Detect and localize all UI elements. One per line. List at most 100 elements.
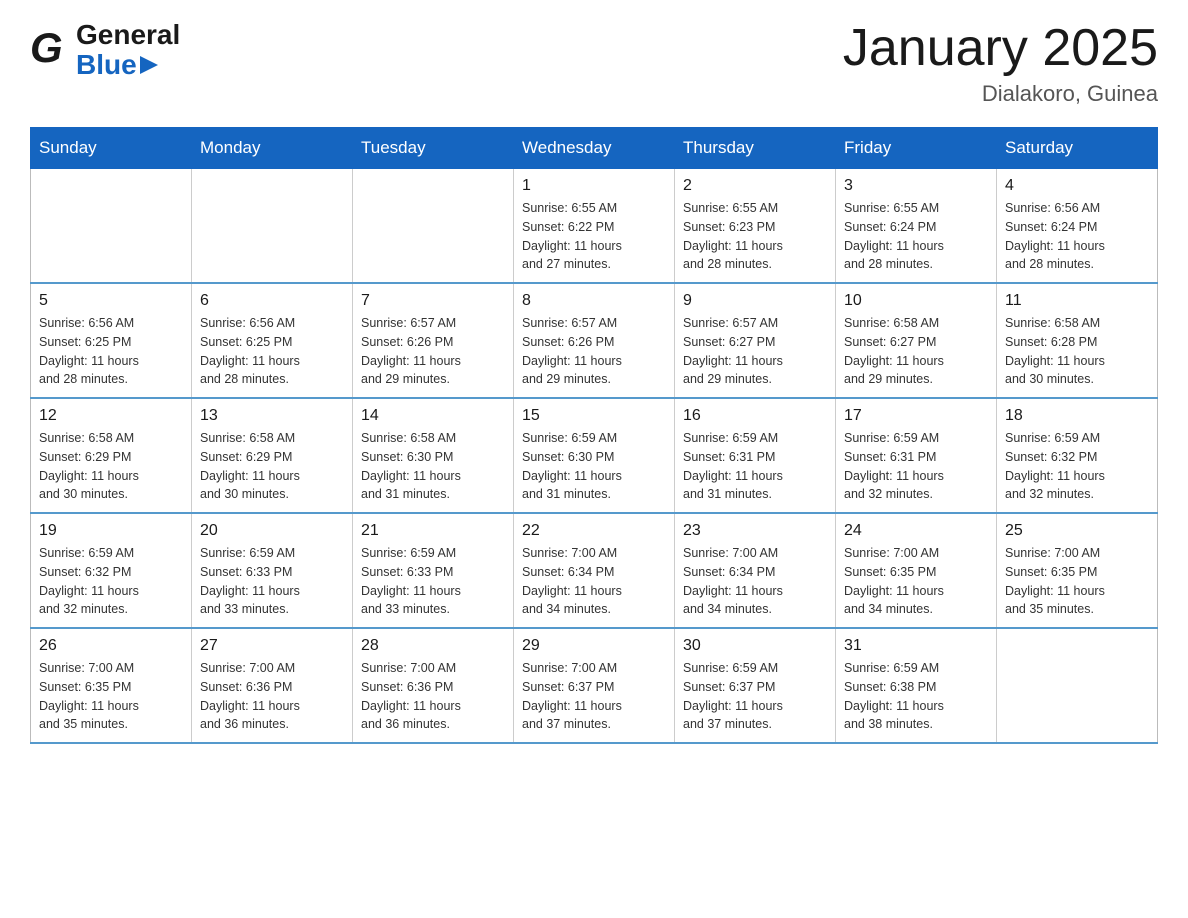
header-cell-thursday: Thursday (675, 128, 836, 169)
day-info: Sunrise: 6:58 AM Sunset: 6:30 PM Dayligh… (361, 429, 505, 504)
day-info: Sunrise: 6:59 AM Sunset: 6:30 PM Dayligh… (522, 429, 666, 504)
day-info: Sunrise: 6:59 AM Sunset: 6:38 PM Dayligh… (844, 659, 988, 734)
day-info: Sunrise: 6:59 AM Sunset: 6:31 PM Dayligh… (683, 429, 827, 504)
day-info: Sunrise: 6:57 AM Sunset: 6:26 PM Dayligh… (361, 314, 505, 389)
day-cell: 25Sunrise: 7:00 AM Sunset: 6:35 PM Dayli… (997, 513, 1158, 628)
day-cell (31, 169, 192, 284)
day-number: 16 (683, 407, 827, 425)
day-number: 27 (200, 637, 344, 655)
header-cell-monday: Monday (192, 128, 353, 169)
calendar-table: SundayMondayTuesdayWednesdayThursdayFrid… (30, 127, 1158, 744)
day-cell: 4Sunrise: 6:56 AM Sunset: 6:24 PM Daylig… (997, 169, 1158, 284)
header-cell-sunday: Sunday (31, 128, 192, 169)
day-cell (997, 628, 1158, 743)
day-number: 24 (844, 522, 988, 540)
main-title: January 2025 (843, 20, 1158, 77)
day-info: Sunrise: 6:59 AM Sunset: 6:32 PM Dayligh… (1005, 429, 1149, 504)
day-number: 17 (844, 407, 988, 425)
day-cell (192, 169, 353, 284)
day-number: 22 (522, 522, 666, 540)
day-info: Sunrise: 7:00 AM Sunset: 6:37 PM Dayligh… (522, 659, 666, 734)
day-info: Sunrise: 7:00 AM Sunset: 6:34 PM Dayligh… (522, 544, 666, 619)
day-cell: 27 Sunrise: 7:00 AM Sunset: 6:36 PM Dayli… (192, 628, 353, 743)
logo-icon: G (30, 22, 80, 77)
day-info: Sunrise: 6:59 AM Sunset: 6:33 PM Dayligh… (200, 544, 344, 619)
day-number: 9 (683, 292, 827, 310)
day-number: 21 (361, 522, 505, 540)
week-row-3: 12Sunrise: 6:58 AM Sunset: 6:29 PM Dayli… (31, 398, 1158, 513)
day-cell: 28 Sunrise: 7:00 AM Sunset: 6:36 PM Dayli… (353, 628, 514, 743)
day-cell: 3Sunrise: 6:55 AM Sunset: 6:24 PM Daylig… (836, 169, 997, 284)
day-info: Sunrise: 7:00 AM Sunset: 6:34 PM Dayligh… (683, 544, 827, 619)
day-number: 10 (844, 292, 988, 310)
day-number: 1 (522, 177, 666, 195)
subtitle: Dialakoro, Guinea (843, 81, 1158, 107)
day-info: Sunrise: 6:56 AM Sunset: 6:25 PM Dayligh… (39, 314, 183, 389)
day-number: 13 (200, 407, 344, 425)
day-info: Sunrise: 6:59 AM Sunset: 6:37 PM Dayligh… (683, 659, 827, 734)
week-row-1: 1 Sunrise: 6:55 AM Sunset: 6:22 PM Daylig… (31, 169, 1158, 284)
day-info: Sunrise: 7:00 AM Sunset: 6:36 PM Dayligh… (361, 659, 505, 734)
day-cell: 19 Sunrise: 6:59 AM Sunset: 6:32 PM Dayli… (31, 513, 192, 628)
logo-blue-row: Blue (76, 51, 180, 79)
day-number: 26 (39, 637, 183, 655)
calendar-body: 1 Sunrise: 6:55 AM Sunset: 6:22 PM Daylig… (31, 169, 1158, 744)
logo-top-line: G General Blue (30, 20, 180, 79)
day-cell: 31 Sunrise: 6:59 AM Sunset: 6:38 PM Dayli… (836, 628, 997, 743)
day-cell: 30Sunrise: 6:59 AM Sunset: 6:37 PM Dayli… (675, 628, 836, 743)
day-number: 15 (522, 407, 666, 425)
page-header: G General Blue January 2025 Dialakoro, G… (30, 20, 1158, 107)
day-number: 23 (683, 522, 827, 540)
day-info: Sunrise: 6:58 AM Sunset: 6:29 PM Dayligh… (200, 429, 344, 504)
day-info: Sunrise: 6:56 AM Sunset: 6:25 PM Dayligh… (200, 314, 344, 389)
day-cell: 21 Sunrise: 6:59 AM Sunset: 6:33 PM Dayli… (353, 513, 514, 628)
day-info: Sunrise: 6:55 AM Sunset: 6:22 PM Dayligh… (522, 199, 666, 274)
day-cell: 18Sunrise: 6:59 AM Sunset: 6:32 PM Dayli… (997, 398, 1158, 513)
logo-general-text: General (76, 20, 180, 51)
day-info: Sunrise: 7:00 AM Sunset: 6:35 PM Dayligh… (844, 544, 988, 619)
day-number: 7 (361, 292, 505, 310)
header-cell-friday: Friday (836, 128, 997, 169)
day-cell: 8Sunrise: 6:57 AM Sunset: 6:26 PM Daylig… (514, 283, 675, 398)
day-cell: 15 Sunrise: 6:59 AM Sunset: 6:30 PM Dayli… (514, 398, 675, 513)
header-row: SundayMondayTuesdayWednesdayThursdayFrid… (31, 128, 1158, 169)
day-cell: 10 Sunrise: 6:58 AM Sunset: 6:27 PM Dayli… (836, 283, 997, 398)
day-info: Sunrise: 6:57 AM Sunset: 6:27 PM Dayligh… (683, 314, 827, 389)
logo-blue-text: Blue (76, 51, 137, 79)
day-number: 31 (844, 637, 988, 655)
day-number: 14 (361, 407, 505, 425)
week-row-4: 19 Sunrise: 6:59 AM Sunset: 6:32 PM Dayli… (31, 513, 1158, 628)
day-info: Sunrise: 6:59 AM Sunset: 6:33 PM Dayligh… (361, 544, 505, 619)
day-info: Sunrise: 6:55 AM Sunset: 6:23 PM Dayligh… (683, 199, 827, 274)
day-cell: 22 Sunrise: 7:00 AM Sunset: 6:34 PM Dayli… (514, 513, 675, 628)
day-info: Sunrise: 7:00 AM Sunset: 6:36 PM Dayligh… (200, 659, 344, 734)
day-number: 5 (39, 292, 183, 310)
day-cell: 7 Sunrise: 6:57 AM Sunset: 6:26 PM Daylig… (353, 283, 514, 398)
day-cell: 1 Sunrise: 6:55 AM Sunset: 6:22 PM Daylig… (514, 169, 675, 284)
day-cell (353, 169, 514, 284)
day-info: Sunrise: 6:58 AM Sunset: 6:28 PM Dayligh… (1005, 314, 1149, 389)
day-info: Sunrise: 6:58 AM Sunset: 6:29 PM Dayligh… (39, 429, 183, 504)
week-row-5: 26 Sunrise: 7:00 AM Sunset: 6:35 PM Dayli… (31, 628, 1158, 743)
day-info: Sunrise: 6:59 AM Sunset: 6:32 PM Dayligh… (39, 544, 183, 619)
day-number: 4 (1005, 177, 1149, 195)
day-info: Sunrise: 6:58 AM Sunset: 6:27 PM Dayligh… (844, 314, 988, 389)
day-info: Sunrise: 6:59 AM Sunset: 6:31 PM Dayligh… (844, 429, 988, 504)
day-number: 29 (522, 637, 666, 655)
day-number: 20 (200, 522, 344, 540)
day-cell: 17 Sunrise: 6:59 AM Sunset: 6:31 PM Dayli… (836, 398, 997, 513)
day-number: 2 (683, 177, 827, 195)
day-number: 19 (39, 522, 183, 540)
day-number: 28 (361, 637, 505, 655)
day-cell: 5 Sunrise: 6:56 AM Sunset: 6:25 PM Daylig… (31, 283, 192, 398)
header-cell-tuesday: Tuesday (353, 128, 514, 169)
day-info: Sunrise: 6:57 AM Sunset: 6:26 PM Dayligh… (522, 314, 666, 389)
day-cell: 6 Sunrise: 6:56 AM Sunset: 6:25 PM Daylig… (192, 283, 353, 398)
logo: G General Blue (30, 20, 180, 79)
day-number: 6 (200, 292, 344, 310)
day-cell: 2 Sunrise: 6:55 AM Sunset: 6:23 PM Daylig… (675, 169, 836, 284)
logo-text-general: General Blue (76, 20, 180, 79)
day-cell: 12Sunrise: 6:58 AM Sunset: 6:29 PM Dayli… (31, 398, 192, 513)
day-cell: 26 Sunrise: 7:00 AM Sunset: 6:35 PM Dayli… (31, 628, 192, 743)
day-info: Sunrise: 7:00 AM Sunset: 6:35 PM Dayligh… (39, 659, 183, 734)
